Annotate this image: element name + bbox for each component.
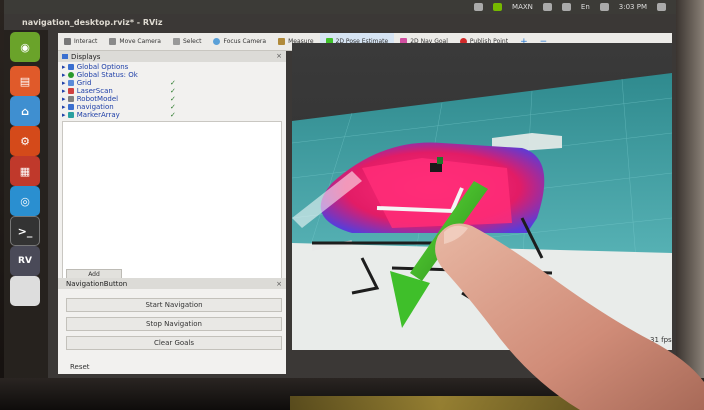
displays-title: Displays: [71, 52, 101, 61]
ruler-icon: [278, 38, 286, 45]
checkbox-checked[interactable]: ✓: [170, 87, 176, 95]
displays-empty-area: [62, 121, 282, 283]
launcher-files-icon[interactable]: ▤: [10, 66, 40, 96]
keyboard-icon[interactable]: [561, 3, 571, 11]
tree-row[interactable]: ▸ MarkerArray ✓: [62, 111, 286, 119]
focus-icon: [213, 38, 221, 45]
tool-select[interactable]: Select: [167, 33, 208, 51]
tool-label: Select: [182, 38, 202, 45]
bluetooth-icon[interactable]: [542, 3, 552, 11]
start-navigation-button[interactable]: Start Navigation: [66, 298, 282, 312]
move-camera-icon: [109, 38, 117, 45]
status-ok-icon: [67, 72, 74, 78]
unity-launcher: ◉ ▤ ⌂ ⚙ ▦ ◎ >_ RV: [4, 30, 48, 378]
folder-icon: [67, 104, 74, 110]
tree-row[interactable]: ▸ Global Status: Ok: [62, 71, 286, 79]
stop-navigation-button[interactable]: Stop Navigation: [66, 317, 282, 331]
cursor-icon: [64, 38, 71, 45]
tool-label: Move Camera: [119, 38, 161, 45]
tree-label: Global Options: [76, 63, 129, 71]
gear-icon[interactable]: [657, 3, 666, 11]
monitor-icon: [62, 54, 68, 59]
checkbox-checked[interactable]: ✓: [170, 79, 176, 87]
checkbox-checked[interactable]: ✓: [170, 95, 176, 103]
tree-row[interactable]: ▸ RobotModel ✓: [62, 95, 286, 103]
tree-label: RobotModel: [76, 95, 119, 103]
finger-shape: [435, 223, 704, 410]
launcher-software-icon[interactable]: ⌂: [10, 96, 40, 126]
user-finger: [435, 223, 704, 410]
tree-label: MarkerArray: [76, 111, 120, 119]
tool-focus-camera[interactable]: Focus Camera: [207, 33, 272, 51]
settings-icon: [67, 64, 74, 70]
close-icon[interactable]: ×: [276, 52, 282, 60]
launcher-monitor-icon[interactable]: ▦: [10, 156, 40, 186]
tree-label: Global Status: Ok: [76, 71, 138, 79]
tool-interact[interactable]: Interact: [58, 33, 103, 51]
launcher-settings-icon[interactable]: ⚙: [10, 126, 40, 156]
tree-row[interactable]: ▸ Grid ✓: [62, 79, 286, 87]
select-icon: [172, 38, 180, 45]
displays-header: Displays ×: [58, 51, 286, 62]
keyboard-layout[interactable]: En: [581, 3, 590, 11]
launcher-rviz-icon[interactable]: RV: [10, 246, 40, 276]
tree-label: navigation: [76, 103, 114, 111]
tree-label: LaserScan: [76, 87, 113, 95]
navigation-panel-title: NavigationButton: [66, 279, 128, 288]
grid-icon: [67, 80, 74, 86]
power-mode-label[interactable]: MAXN: [512, 3, 533, 11]
checkbox-checked[interactable]: ✓: [170, 111, 176, 119]
close-icon[interactable]: ×: [276, 280, 282, 288]
ubuntu-top-panel: MAXN En 3:03 PM: [4, 0, 676, 14]
launcher-drive-icon[interactable]: [10, 276, 40, 306]
marker-icon: [67, 112, 74, 118]
tool-label: Interact: [74, 38, 98, 45]
robot-icon: [67, 96, 74, 102]
laser-icon: [67, 88, 74, 94]
checkbox-checked[interactable]: ✓: [170, 103, 176, 111]
clear-goals-button[interactable]: Clear Goals: [66, 336, 282, 350]
tree-row[interactable]: ▸ navigation ✓: [62, 103, 286, 111]
status-icon[interactable]: [474, 3, 484, 11]
launcher-chromium-icon[interactable]: ◎: [10, 186, 40, 216]
launcher-terminal-icon[interactable]: >_: [10, 216, 40, 246]
navigation-panel-header: NavigationButton ×: [58, 278, 286, 289]
reset-button[interactable]: Reset: [70, 363, 90, 371]
left-dock: Displays × ▸ Global Options ▸ Global Sta…: [58, 51, 286, 374]
tree-label: Grid: [76, 79, 92, 87]
displays-tree: ▸ Global Options ▸ Global Status: Ok ▸ G…: [58, 62, 286, 119]
window-title: navigation_desktop.rviz* - RViz: [22, 18, 163, 27]
nvidia-icon[interactable]: [493, 3, 503, 11]
volume-icon[interactable]: [599, 3, 609, 11]
tree-row[interactable]: ▸ Global Options: [62, 63, 286, 71]
clock[interactable]: 3:03 PM: [619, 3, 647, 11]
tool-move-camera[interactable]: Move Camera: [103, 33, 167, 51]
tool-label: Focus Camera: [223, 38, 267, 45]
tree-row[interactable]: ▸ LaserScan ✓: [62, 87, 286, 95]
launcher-dash-icon[interactable]: ◉: [10, 32, 40, 62]
